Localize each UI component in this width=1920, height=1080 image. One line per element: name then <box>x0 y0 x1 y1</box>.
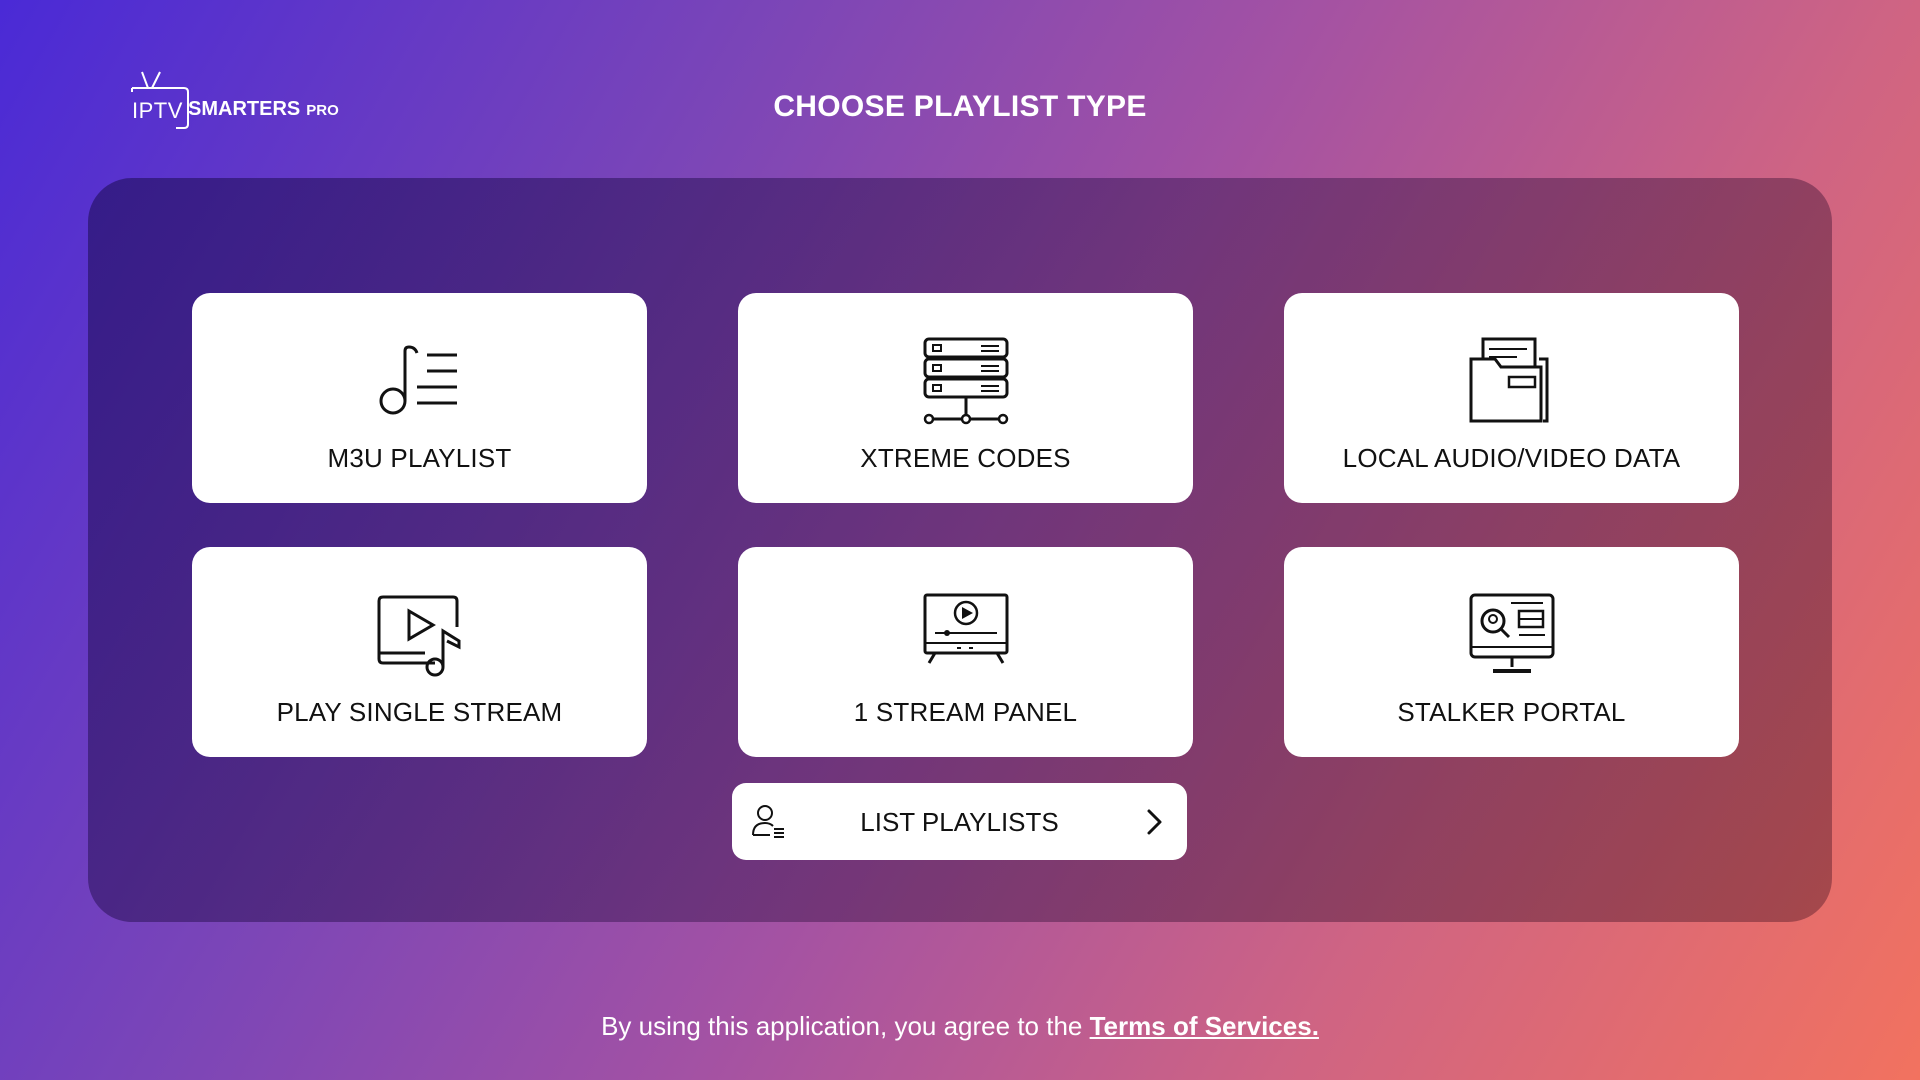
list-playlists-button[interactable]: LIST PLAYLISTS <box>732 783 1187 860</box>
video-music-icon <box>377 595 460 677</box>
tv-play-icon <box>923 593 1008 664</box>
card-label: XTREME CODES <box>860 443 1071 473</box>
card-m3u-playlist[interactable]: M3U PLAYLIST <box>192 293 647 503</box>
folder-files-icon <box>1469 337 1548 423</box>
card-play-single-stream[interactable]: PLAY SINGLE STREAM <box>192 547 647 757</box>
footer-terms: By using this application, you agree to … <box>0 1011 1920 1042</box>
card-label: PLAY SINGLE STREAM <box>276 697 563 727</box>
page-title: CHOOSE PLAYLIST TYPE <box>773 90 1147 123</box>
card-label: LOCAL AUDIO/VIDEO DATA <box>1342 443 1681 473</box>
card-label: 1 STREAM PANEL <box>853 697 1078 727</box>
card-1-stream-panel[interactable]: 1 STREAM PANEL <box>738 547 1193 757</box>
card-local-audio-video[interactable]: LOCAL AUDIO/VIDEO DATA <box>1284 293 1739 503</box>
card-label: STALKER PORTAL <box>1397 697 1626 727</box>
music-list-icon <box>379 345 457 415</box>
list-playlists-label: LIST PLAYLISTS <box>860 807 1059 837</box>
monitor-search-icon <box>1469 593 1554 673</box>
terms-of-services-link[interactable]: Terms of Services. <box>1090 1011 1319 1041</box>
server-icon <box>923 337 1008 425</box>
card-xtreme-codes[interactable]: XTREME CODES <box>738 293 1193 503</box>
card-stalker-portal[interactable]: STALKER PORTAL <box>1284 547 1739 757</box>
footer-text: By using this application, you agree to … <box>601 1011 1083 1041</box>
chevron-right-icon <box>1147 809 1162 835</box>
card-label: M3U PLAYLIST <box>327 443 512 473</box>
